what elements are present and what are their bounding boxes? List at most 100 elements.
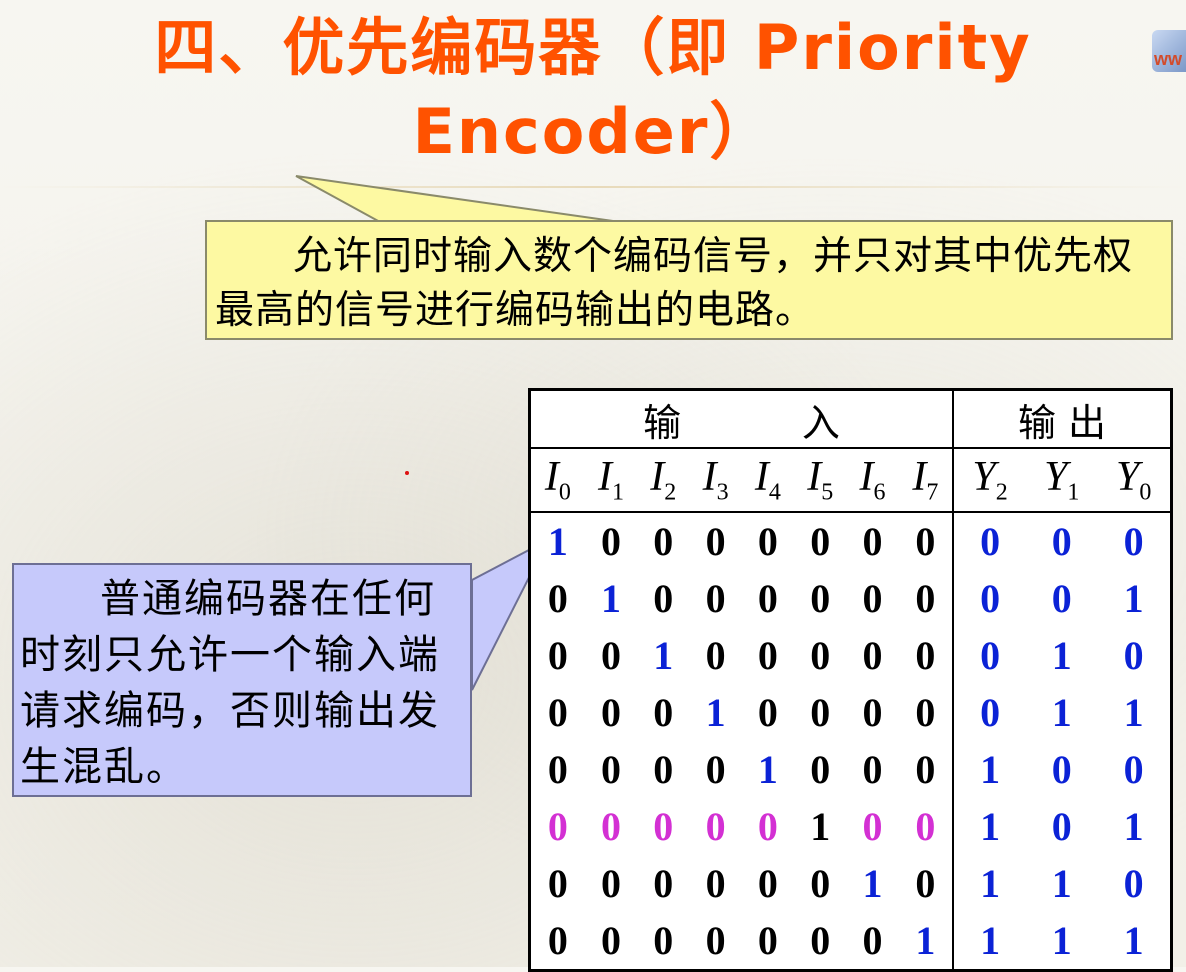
input-cell: 0 <box>915 519 936 564</box>
input-cell: 0 <box>547 633 568 678</box>
input-cell: 0 <box>705 804 726 849</box>
var-letter: I <box>807 454 822 501</box>
var-letter: I <box>597 454 612 501</box>
ordinary-encoder-callout-text: 普通编码器在任何时刻只允许一个输入端请求编码，否则输出发生混乱。 <box>20 576 440 790</box>
truth-table-body: 1000000000001000000001001000000100001000… <box>530 512 1172 971</box>
input-cell: 0 <box>705 918 726 963</box>
ordinary-encoder-callout: 普通编码器在任何时刻只允许一个输入端请求编码，否则输出发生混乱。 <box>12 563 472 797</box>
input-cell: 0 <box>915 576 936 621</box>
var-subscript: 6 <box>873 479 886 506</box>
input-cell: 0 <box>547 747 568 792</box>
input-cell: 0 <box>862 918 883 963</box>
var-letter: I <box>859 454 874 501</box>
input-cell: 0 <box>705 576 726 621</box>
input-cell: 0 <box>862 804 883 849</box>
input-cell: 0 <box>810 918 831 963</box>
input-var-i3: I3 <box>689 448 742 513</box>
table-row: 00010000011 <box>530 684 1172 741</box>
input-cell: 0 <box>810 576 831 621</box>
output-cell: 1 <box>952 855 1027 912</box>
input-cell: 0 <box>705 747 726 792</box>
input-cell: 0 <box>705 861 726 906</box>
output-cell: 1 <box>1123 918 1144 963</box>
input-cell: 0 <box>653 804 674 849</box>
input-var-i1: I1 <box>584 448 638 513</box>
table-row: 00000100101 <box>530 798 1172 855</box>
input-var-i7: I7 <box>898 448 954 513</box>
var-subscript: 2 <box>664 479 677 506</box>
input-cell: 0 <box>600 861 621 906</box>
output-cell: 0 <box>1051 804 1072 849</box>
input-cell: 0 <box>653 576 674 621</box>
truth-table-variable-header: I0 I1 I2 I3 I4 I5 I6 I7 Y2 Y1 Y0 <box>529 448 1172 513</box>
input-cell: 0 <box>757 519 778 564</box>
input-cell: 0 <box>547 576 568 621</box>
output-cell: 1 <box>1051 918 1072 963</box>
title-line-2: Encoder） <box>412 95 774 168</box>
input-var-i2: I2 <box>637 448 690 513</box>
input-cell: 0 <box>757 804 778 849</box>
input-cell: 0 <box>653 861 674 906</box>
input-cell: 0 <box>757 576 778 621</box>
output-cell: 1 <box>1123 804 1144 849</box>
output-cell: 0 <box>952 570 1027 627</box>
var-subscript: 4 <box>768 479 781 506</box>
input-cell: 0 <box>757 633 778 678</box>
inputs-header: 输 入 <box>529 389 954 449</box>
input-cell: 0 <box>915 690 936 735</box>
input-cell: 0 <box>915 861 936 906</box>
input-cell: 0 <box>600 747 621 792</box>
output-cell: 1 <box>1123 690 1144 735</box>
output-cell: 1 <box>1051 633 1072 678</box>
input-cell: 0 <box>862 690 883 735</box>
input-cell: 0 <box>600 918 621 963</box>
title-divider <box>0 186 1186 188</box>
output-cell: 0 <box>1123 633 1144 678</box>
input-cell: 0 <box>653 747 674 792</box>
truth-table: 输 入 输 出 I0 I1 I2 I3 I4 I5 I6 I7 Y2 Y1 Y0 100000000… <box>528 388 1173 972</box>
input-cell: 0 <box>915 633 936 678</box>
input-cell: 0 <box>810 519 831 564</box>
table-row: 01000000001 <box>530 570 1172 627</box>
input-cell: 0 <box>653 690 674 735</box>
input-cell: 0 <box>547 861 568 906</box>
input-cell: 0 <box>915 747 936 792</box>
output-cell: 1 <box>952 798 1027 855</box>
input-cell: 0 <box>915 804 936 849</box>
output-var-y2: Y2 <box>952 448 1027 513</box>
input-cell: 0 <box>757 918 778 963</box>
input-cell: 0 <box>705 633 726 678</box>
input-cell: 0 <box>810 747 831 792</box>
table-row: 00000010110 <box>530 855 1172 912</box>
input-cell: 1 <box>862 861 883 906</box>
corner-logo-text: ww <box>1154 49 1183 69</box>
output-cell: 0 <box>952 512 1027 570</box>
input-cell: 0 <box>810 861 831 906</box>
input-cell: 0 <box>862 633 883 678</box>
input-cell: 0 <box>810 633 831 678</box>
var-letter: Y <box>972 454 996 501</box>
input-cell: 0 <box>757 690 778 735</box>
input-cell: 0 <box>757 861 778 906</box>
var-subscript: 2 <box>995 479 1008 506</box>
input-cell: 0 <box>547 690 568 735</box>
output-cell: 0 <box>1051 519 1072 564</box>
table-row: 00000001111 <box>530 912 1172 971</box>
output-cell: 0 <box>952 627 1027 684</box>
var-letter: I <box>650 454 665 501</box>
input-var-i6: I6 <box>846 448 899 513</box>
input-cell: 0 <box>547 804 568 849</box>
input-cell: 1 <box>810 804 831 849</box>
input-cell: 0 <box>547 918 568 963</box>
input-cell: 1 <box>600 576 621 621</box>
input-cell: 1 <box>653 633 674 678</box>
input-cell: 0 <box>600 519 621 564</box>
table-row: 10000000000 <box>530 512 1172 570</box>
output-cell: 1 <box>1123 576 1144 621</box>
input-cell: 0 <box>653 918 674 963</box>
var-subscript: 0 <box>1139 479 1152 506</box>
output-var-y1: Y1 <box>1026 448 1098 513</box>
output-cell: 0 <box>1123 747 1144 792</box>
var-subscript: 3 <box>716 479 729 506</box>
output-cell: 0 <box>1123 519 1144 564</box>
